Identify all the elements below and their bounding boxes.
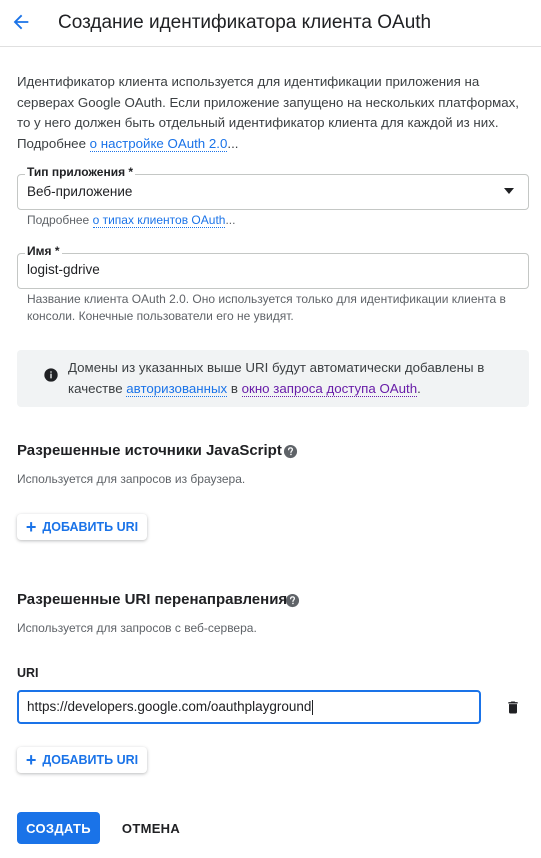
cancel-button[interactable]: ОТМЕНА <box>113 812 189 844</box>
redirect-uris-subtitle: Используется для запросов с веб-сервера. <box>17 621 257 635</box>
intro-suffix: ... <box>227 135 239 151</box>
create-button[interactable]: СОЗДАТЬ <box>17 812 100 844</box>
help-icon[interactable] <box>283 444 298 459</box>
app-type-label: Тип приложения * <box>25 165 136 179</box>
name-label: Имя * <box>25 244 62 258</box>
page-title: Создание идентификатора клиента OAuth <box>58 12 432 33</box>
oauth-settings-link[interactable]: о настройке OAuth 2.0 <box>89 135 228 152</box>
name-input-value[interactable]: logist-gdrive <box>27 262 100 277</box>
add-js-origin-label: ДОБАВИТЬ URI <box>42 520 139 534</box>
app-type-value: Веб-приложение <box>27 184 133 199</box>
plus-icon: + <box>25 750 37 770</box>
consent-screen-link[interactable]: окно запроса доступа OAuth <box>241 380 418 397</box>
add-redirect-uri-button[interactable]: + ДОБАВИТЬ URI <box>17 747 147 773</box>
redirect-uris-heading: Разрешенные URI перенаправления <box>17 591 288 608</box>
redirect-uri-text: https://developers.google.com/oauthplayg… <box>27 699 312 714</box>
app-type-hint: Подробнее о типах клиентов OAuth... <box>27 212 235 229</box>
name-hint: Название клиента OAuth 2.0. Оно использу… <box>27 292 506 323</box>
help-icon[interactable] <box>285 593 300 608</box>
app-type-hint-suffix: ... <box>225 213 236 227</box>
add-redirect-uri-label: ДОБАВИТЬ URI <box>42 753 139 767</box>
js-origins-subtitle: Используется для запросов из браузера. <box>17 472 246 486</box>
app-type-hint-prefix: Подробнее <box>27 213 93 227</box>
add-js-origin-button[interactable]: + ДОБАВИТЬ URI <box>17 514 147 540</box>
client-types-link[interactable]: о типах клиентов OAuth <box>92 213 226 228</box>
text-cursor <box>312 699 314 715</box>
intro-text: Идентификатор клиента используется для и… <box>17 72 529 154</box>
info-icon <box>44 368 58 382</box>
uri-label: URI <box>17 666 39 680</box>
info-text: Домены из указанных выше URI будут автом… <box>68 358 518 399</box>
dropdown-arrow-icon <box>504 188 514 194</box>
plus-icon: + <box>25 517 37 537</box>
info-text-middle: в <box>227 380 242 396</box>
arrow-back-icon[interactable] <box>10 11 32 33</box>
trash-icon[interactable] <box>505 699 521 716</box>
redirect-uri-value[interactable]: https://developers.google.com/oauthplayg… <box>27 699 314 715</box>
info-text-end: . <box>417 380 421 396</box>
authorized-link[interactable]: авторизованных <box>126 380 228 397</box>
js-origins-heading: Разрешенные источники JavaScript <box>17 442 282 459</box>
